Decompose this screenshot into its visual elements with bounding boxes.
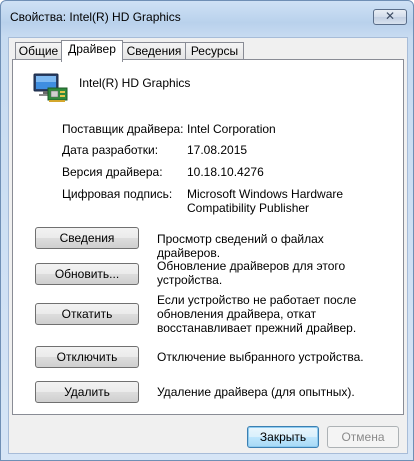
driver-date-label: Дата разработки:	[62, 143, 159, 157]
window-title: Свойства: Intel(R) HD Graphics	[10, 10, 181, 24]
digital-signer-label: Цифровая подпись:	[62, 187, 173, 201]
display-adapter-icon	[33, 73, 68, 102]
uninstall-driver-button[interactable]: Удалить	[35, 381, 139, 403]
tab-general[interactable]: Общие	[15, 42, 62, 60]
device-name: Intel(R) HD Graphics	[79, 76, 191, 90]
driver-version-value: 10.18.10.4276	[187, 165, 264, 179]
properties-window: Свойства: Intel(R) HD Graphics ✕ Общие Д…	[0, 0, 414, 461]
close-icon: ✕	[384, 9, 396, 23]
dialog-content: Общие Драйвер Сведения Ресурсы Intel(R) …	[8, 37, 408, 454]
driver-provider-label: Поставщик драйвера:	[62, 122, 184, 136]
disable-device-button[interactable]: Отключить	[35, 346, 139, 368]
digital-signer-value: Microsoft Windows Hardware Compatibility…	[187, 187, 344, 215]
tab-details[interactable]: Сведения	[122, 42, 186, 60]
roll-back-driver-button[interactable]: Откатить	[35, 303, 139, 325]
driver-date-value: 17.08.2015	[187, 143, 248, 157]
update-driver-description: Обновление драйверов для этого устройств…	[157, 259, 346, 287]
close-dialog-button[interactable]: Закрыть	[247, 426, 319, 448]
driver-details-button[interactable]: Сведения	[35, 227, 139, 249]
tab-driver[interactable]: Драйвер	[61, 40, 123, 62]
disable-device-description: Отключение выбранного устройства.	[157, 350, 364, 364]
close-button[interactable]: ✕	[373, 9, 407, 25]
driver-provider-value: Intel Corporation	[187, 122, 276, 136]
uninstall-driver-description: Удаление драйвера (для опытных).	[157, 385, 355, 399]
cancel-button[interactable]: Отмена	[327, 426, 399, 448]
driver-details-description: Просмотр сведений о файлах драйверов.	[157, 232, 324, 260]
driver-panel: Intel(R) HD Graphics Поставщик драйвера:…	[12, 59, 404, 415]
tab-resources[interactable]: Ресурсы	[185, 42, 244, 60]
driver-version-label: Версия драйвера:	[62, 165, 163, 179]
update-driver-button[interactable]: Обновить...	[35, 263, 139, 285]
roll-back-driver-description: Если устройство не работает после обновл…	[157, 293, 357, 335]
